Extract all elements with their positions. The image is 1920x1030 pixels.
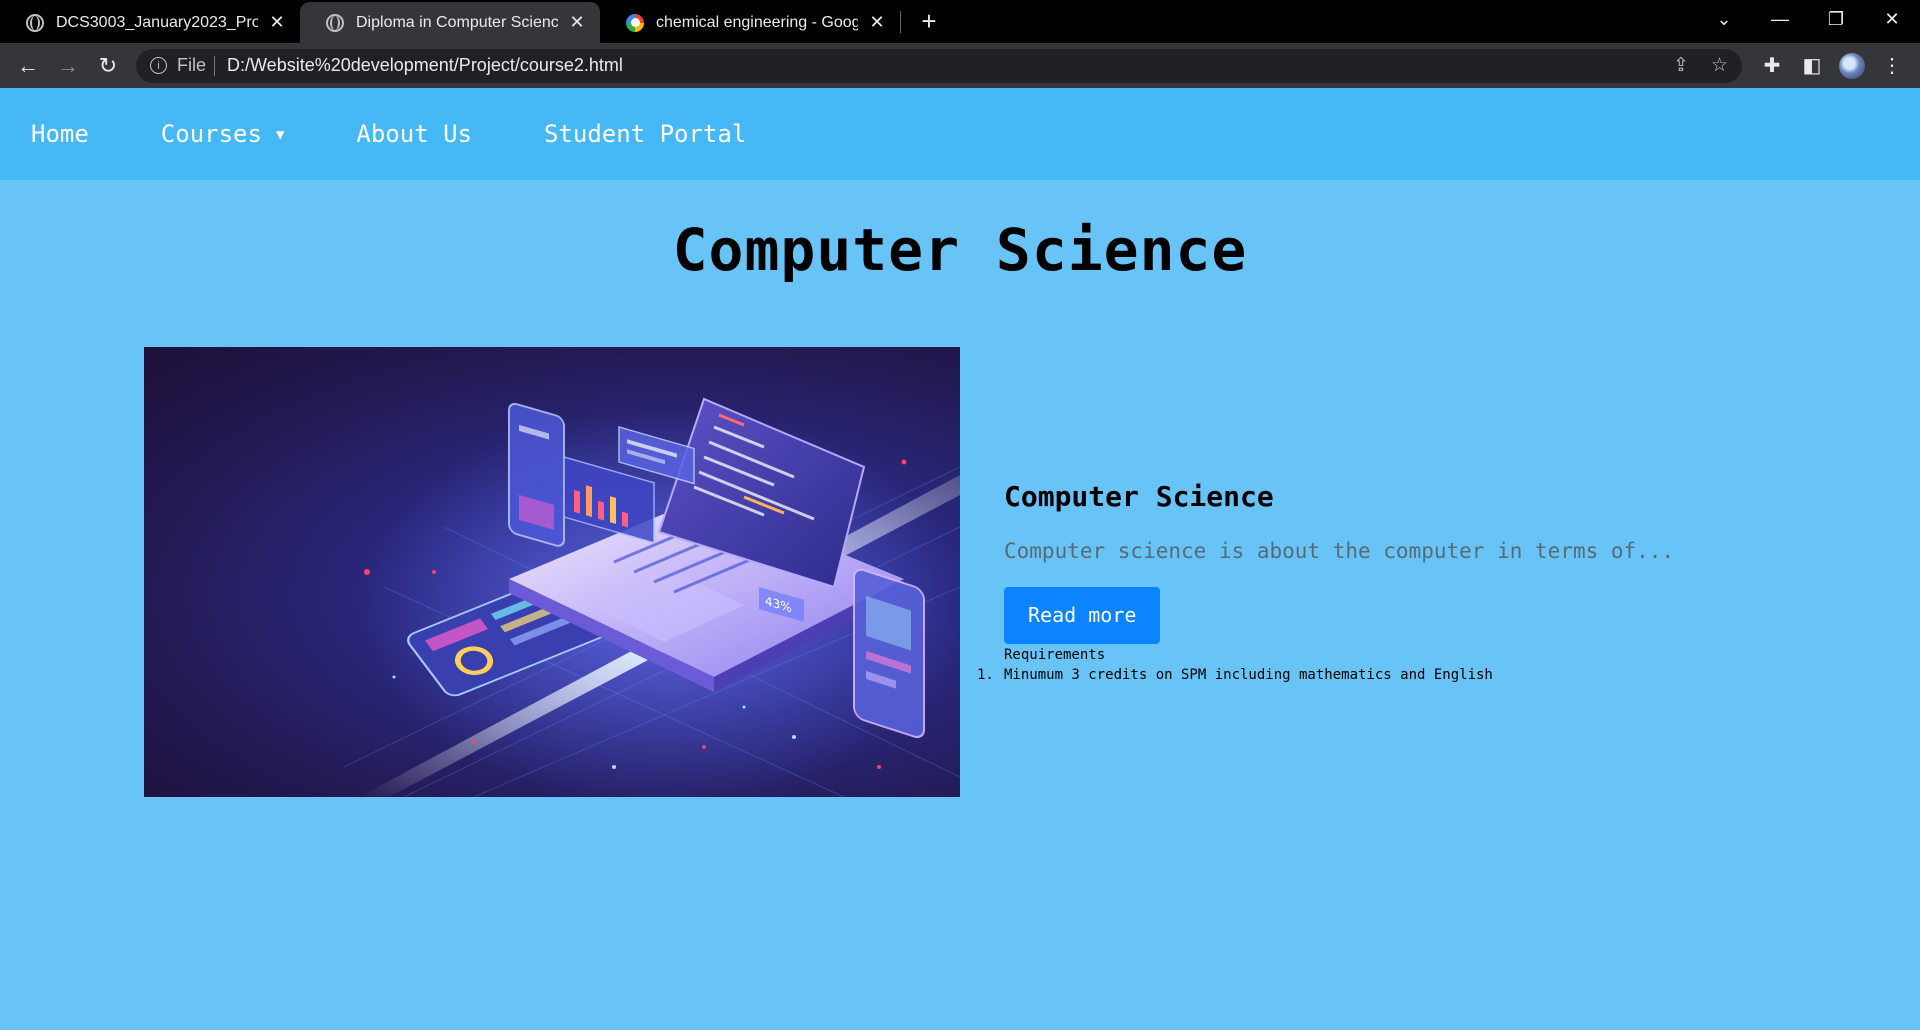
laptop-illustration: 43% bbox=[343, 397, 960, 797]
course-description: Computer science is about the computer i… bbox=[1004, 539, 1675, 563]
side-panel-icon[interactable]: ◧ bbox=[1792, 53, 1832, 78]
course-section: 43% Computer Science Computer science is… bbox=[144, 347, 1844, 797]
page-title: Computer Science bbox=[672, 216, 1248, 284]
reload-icon[interactable]: ↻ bbox=[88, 53, 128, 79]
close-icon[interactable]: ✕ bbox=[566, 12, 588, 33]
browser-tab-1[interactable]: Diploma in Computer Science ✕ bbox=[300, 2, 600, 43]
share-icon[interactable]: ⇪ bbox=[1673, 54, 1689, 77]
nav-home[interactable]: Home bbox=[31, 120, 89, 148]
browser-toolbar: ← → ↻ i File D:/Website%20development/Pr… bbox=[0, 43, 1920, 88]
tab-search-icon[interactable]: ⌄ bbox=[1696, 9, 1752, 30]
close-icon[interactable]: ✕ bbox=[866, 12, 888, 33]
list-item-number: 1. bbox=[977, 667, 994, 683]
minimize-icon[interactable]: — bbox=[1752, 9, 1808, 30]
requirements-list: 1. Minumum 3 credits on SPM including ma… bbox=[977, 667, 1674, 683]
browser-tab-0[interactable]: DCS3003_January2023_Project.pd ✕ bbox=[0, 2, 300, 43]
address-url[interactable]: D:/Website%20development/Project/course2… bbox=[227, 55, 1651, 76]
list-item: 1. Minumum 3 credits on SPM including ma… bbox=[977, 667, 1674, 683]
read-more-button[interactable]: Read more bbox=[1004, 587, 1161, 644]
google-icon bbox=[626, 13, 644, 32]
browser-tabstrip: DCS3003_January2023_Project.pd ✕ Diploma… bbox=[0, 0, 1920, 43]
tab-title: chemical engineering - Google Se bbox=[656, 13, 858, 31]
bookmark-star-icon[interactable]: ☆ bbox=[1711, 54, 1728, 77]
menu-kebab-icon[interactable]: ⋮ bbox=[1872, 53, 1912, 78]
site-navbar: Home Courses ▼ About Us Student Portal bbox=[0, 88, 1920, 180]
nav-about-us[interactable]: About Us bbox=[356, 120, 472, 148]
globe-icon bbox=[26, 13, 44, 32]
nav-courses[interactable]: Courses ▼ bbox=[161, 120, 285, 148]
close-icon[interactable]: ✕ bbox=[266, 12, 288, 33]
address-scheme: File bbox=[177, 55, 207, 75]
nav-student-portal[interactable]: Student Portal bbox=[544, 120, 746, 148]
caret-down-icon: ▼ bbox=[275, 127, 285, 143]
restore-icon[interactable]: ❐ bbox=[1808, 9, 1864, 30]
extensions-icon[interactable]: ✚ bbox=[1752, 53, 1792, 78]
requirements-label: Requirements bbox=[1004, 647, 1106, 663]
course-info: Computer Science Computer science is abo… bbox=[977, 347, 1675, 797]
close-window-icon[interactable]: ✕ bbox=[1864, 9, 1920, 30]
course-image: 43% bbox=[144, 347, 960, 797]
list-item-text: Minumum 3 credits on SPM including mathe… bbox=[1004, 667, 1493, 683]
new-tab-button[interactable]: + bbox=[909, 6, 949, 37]
nav-courses-label: Courses bbox=[160, 120, 262, 148]
browser-tab-2[interactable]: chemical engineering - Google Se ✕ bbox=[600, 2, 900, 43]
address-divider bbox=[214, 55, 216, 76]
forward-icon[interactable]: → bbox=[48, 53, 88, 79]
tab-title: DCS3003_January2023_Project.pd bbox=[56, 13, 258, 31]
tab-title: Diploma in Computer Science bbox=[356, 13, 558, 31]
window-controls: ⌄ — ❐ ✕ bbox=[1696, 0, 1920, 38]
address-bar[interactable]: i File D:/Website%20development/Project/… bbox=[136, 48, 1742, 83]
back-icon[interactable]: ← bbox=[8, 53, 48, 79]
info-icon[interactable]: i bbox=[150, 57, 167, 74]
course-title: Computer Science bbox=[1004, 480, 1274, 513]
profile-avatar[interactable] bbox=[1839, 52, 1865, 79]
globe-icon bbox=[326, 13, 344, 32]
tab-divider bbox=[900, 10, 901, 33]
